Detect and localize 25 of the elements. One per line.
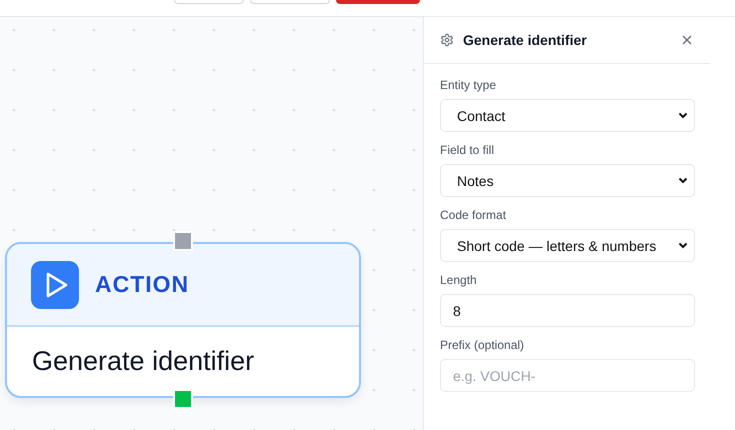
settings-icon	[440, 33, 454, 47]
input-field[interactable]: e.g. VOUCH-	[440, 359, 695, 392]
chevron-down-icon	[678, 242, 688, 249]
chevron-down-icon	[678, 112, 688, 119]
play-icon	[31, 260, 79, 308]
node-type-label: ACTION	[95, 271, 190, 298]
dropdown[interactable]: Short code — letters & numbers	[440, 229, 695, 262]
toolbar-button[interactable]	[250, 0, 330, 4]
toolbar-button[interactable]	[336, 0, 420, 4]
input-field[interactable]: 8	[440, 294, 695, 327]
dropdown[interactable]: Notes	[440, 164, 695, 197]
action-node[interactable]: ACTION Generate identifier	[5, 242, 361, 398]
field-label: Length	[440, 273, 478, 287]
field-label: Prefix (optional)	[440, 338, 526, 352]
close-button[interactable]	[680, 33, 694, 47]
connection-handle[interactable]	[173, 389, 193, 409]
field-label: Entity type	[440, 78, 498, 92]
chevron-down-icon	[678, 177, 688, 184]
node-title: Generate identifier	[32, 346, 254, 377]
connection-handle[interactable]	[173, 231, 193, 251]
dropdown[interactable]: Contact	[440, 99, 695, 132]
field-label: Code format	[440, 208, 508, 222]
toolbar-button[interactable]	[174, 0, 244, 4]
panel-title: Generate identifier	[463, 32, 588, 48]
field-label: Field to fill	[440, 143, 496, 157]
